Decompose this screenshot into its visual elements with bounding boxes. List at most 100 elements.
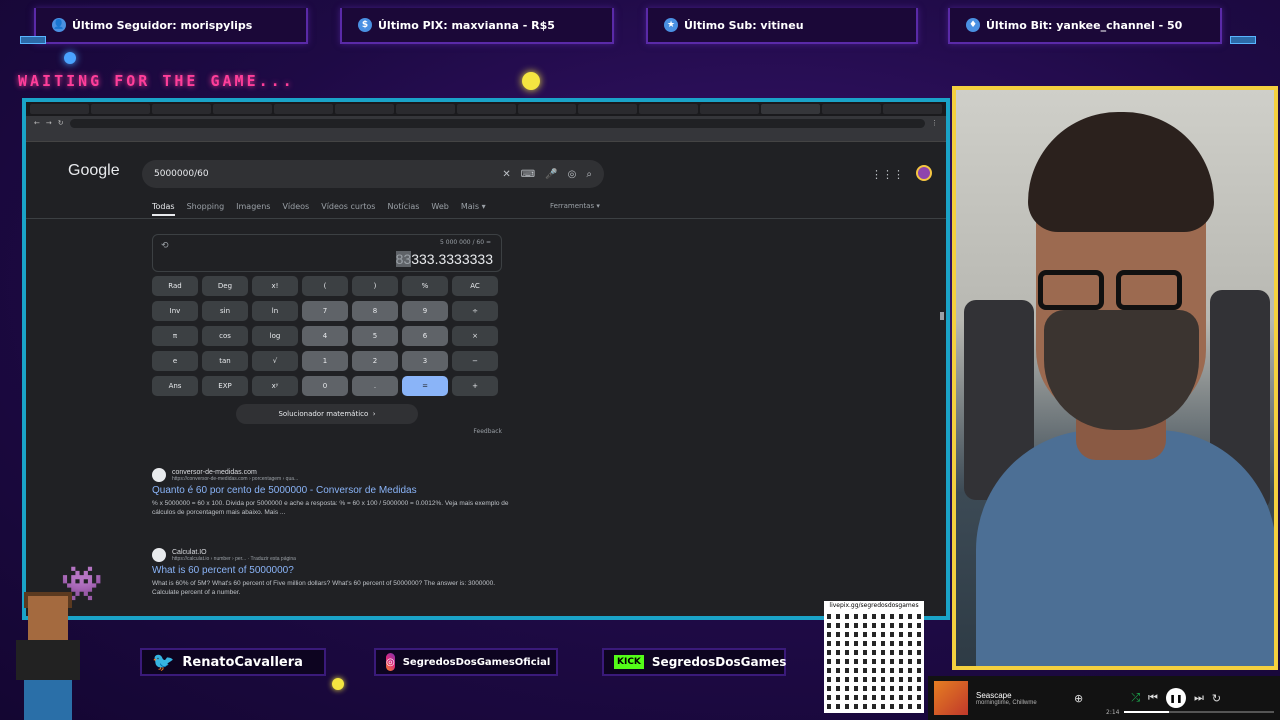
- apps-grid-icon[interactable]: ⋮⋮⋮: [871, 168, 904, 181]
- tab-videos[interactable]: Vídeos: [282, 202, 309, 216]
- instagram-icon: ◎: [386, 653, 395, 671]
- calc-key[interactable]: ln: [252, 301, 298, 321]
- clear-icon[interactable]: ✕: [502, 169, 510, 180]
- keyboard-icon[interactable]: ⌨: [521, 169, 535, 180]
- browser-tab[interactable]: [90, 104, 150, 114]
- calc-key[interactable]: e: [152, 351, 198, 371]
- tab-videos-curtos[interactable]: Vídeos curtos: [321, 202, 375, 216]
- search-box[interactable]: 5000000/60 ✕ ⌨ 🎤 ◎ ⌕: [142, 160, 604, 188]
- calc-key[interactable]: ×: [452, 326, 498, 346]
- calc-key[interactable]: tan: [202, 351, 248, 371]
- result-title-link[interactable]: Quanto é 60 por cento de 5000000 - Conve…: [152, 485, 512, 496]
- deco-bar-right: [1230, 36, 1256, 44]
- browser-tab[interactable]: [30, 104, 89, 114]
- calc-key[interactable]: 3: [402, 351, 448, 371]
- calc-key[interactable]: xʸ: [252, 376, 298, 396]
- calc-key[interactable]: √: [252, 351, 298, 371]
- track-title: Seascape: [976, 690, 1012, 700]
- calc-key[interactable]: −: [452, 351, 498, 371]
- calc-key[interactable]: AC: [452, 276, 498, 296]
- browser-tab[interactable]: [334, 104, 394, 114]
- back-icon[interactable]: ←: [34, 119, 40, 127]
- calc-key[interactable]: x!: [252, 276, 298, 296]
- tab-imagens[interactable]: Imagens: [236, 202, 270, 216]
- calc-key[interactable]: 1: [302, 351, 348, 371]
- address-bar[interactable]: [69, 118, 925, 128]
- browser-tab[interactable]: [273, 104, 333, 114]
- calc-key[interactable]: 9: [402, 301, 448, 321]
- calc-key[interactable]: ): [352, 276, 398, 296]
- lens-icon[interactable]: ◎: [568, 169, 577, 180]
- tab-web[interactable]: Web: [431, 202, 448, 216]
- tab-noticias[interactable]: Notícias: [387, 202, 419, 216]
- browser-tab[interactable]: [700, 104, 760, 114]
- calc-key[interactable]: log: [252, 326, 298, 346]
- browser-tab[interactable]: [639, 104, 699, 114]
- forward-icon[interactable]: →: [46, 119, 52, 127]
- calc-key[interactable]: =: [402, 376, 448, 396]
- calc-key[interactable]: Deg: [202, 276, 248, 296]
- calc-key[interactable]: 2: [352, 351, 398, 371]
- calc-key[interactable]: %: [402, 276, 448, 296]
- calc-key[interactable]: Rad: [152, 276, 198, 296]
- tools-button[interactable]: Ferramentas ▾: [550, 202, 600, 210]
- browser-tab[interactable]: [517, 104, 577, 114]
- track-progress-bar[interactable]: [1124, 711, 1274, 713]
- math-solver-button[interactable]: Solucionador matemático ›: [236, 404, 418, 424]
- calc-key[interactable]: (: [302, 276, 348, 296]
- calc-key[interactable]: cos: [202, 326, 248, 346]
- calc-key[interactable]: .: [352, 376, 398, 396]
- browser-tab[interactable]: [151, 104, 211, 114]
- browser-menu-icon[interactable]: ⋮: [931, 119, 938, 127]
- calc-key[interactable]: sin: [202, 301, 248, 321]
- pixel-character: [6, 592, 86, 720]
- calculator-result[interactable]: 83333.3333333: [395, 251, 493, 267]
- repeat-icon[interactable]: ↻: [1212, 692, 1221, 705]
- calc-key[interactable]: 0: [302, 376, 348, 396]
- streamer-shirt: [976, 430, 1274, 666]
- calc-key[interactable]: 8: [352, 301, 398, 321]
- search-tabs: Todas Shopping Imagens Vídeos Vídeos cur…: [152, 202, 486, 216]
- pause-button[interactable]: ❚❚: [1165, 688, 1186, 708]
- browser-tab[interactable]: [578, 104, 638, 114]
- search-icon[interactable]: ⌕: [586, 169, 592, 180]
- avatar[interactable]: [916, 165, 932, 181]
- calc-key[interactable]: π: [152, 326, 198, 346]
- feedback-link[interactable]: Feedback: [152, 428, 502, 435]
- calc-key[interactable]: 4: [302, 326, 348, 346]
- result-title-link[interactable]: What is 60 percent of 5000000?: [152, 565, 512, 576]
- add-icon[interactable]: ⊕: [1074, 692, 1083, 705]
- calc-key[interactable]: EXP: [202, 376, 248, 396]
- google-logo[interactable]: Google: [68, 162, 120, 180]
- search-result: Calculat.IO https://calculat.io › number…: [152, 548, 512, 597]
- pixel-character-legs: [24, 680, 72, 720]
- previous-icon[interactable]: ⏮: [1148, 691, 1158, 705]
- tab-shopping[interactable]: Shopping: [187, 202, 225, 216]
- history-icon[interactable]: ⟲: [161, 241, 169, 251]
- browser-tab-active[interactable]: [761, 104, 821, 114]
- browser-tab[interactable]: [395, 104, 455, 114]
- calc-key[interactable]: +: [452, 376, 498, 396]
- reload-icon[interactable]: ↻: [58, 119, 64, 127]
- search-input[interactable]: 5000000/60: [154, 169, 492, 179]
- shuffle-icon[interactable]: ⤮: [1131, 691, 1140, 705]
- tab-todas[interactable]: Todas: [152, 202, 175, 216]
- browser-tab[interactable]: [456, 104, 516, 114]
- star-icon: ★: [664, 18, 678, 32]
- browser-tab[interactable]: [822, 104, 882, 114]
- calc-key[interactable]: 5: [352, 326, 398, 346]
- pixel-character-head: [28, 596, 68, 644]
- browser-tab[interactable]: [212, 104, 272, 114]
- calc-key[interactable]: Inv: [152, 301, 198, 321]
- calc-key[interactable]: 7: [302, 301, 348, 321]
- calc-key[interactable]: ÷: [452, 301, 498, 321]
- calc-key[interactable]: 6: [402, 326, 448, 346]
- result-source[interactable]: Calculat.IO https://calculat.io › number…: [152, 548, 512, 562]
- page-scrollbar[interactable]: [940, 312, 944, 320]
- calc-key[interactable]: Ans: [152, 376, 198, 396]
- result-source[interactable]: conversor-de-medidas.com https://convers…: [152, 468, 512, 482]
- mic-icon[interactable]: 🎤: [545, 169, 557, 180]
- tab-mais[interactable]: Mais ▾: [461, 202, 486, 216]
- next-icon[interactable]: ⏭: [1194, 691, 1204, 705]
- browser-tab[interactable]: [883, 104, 943, 114]
